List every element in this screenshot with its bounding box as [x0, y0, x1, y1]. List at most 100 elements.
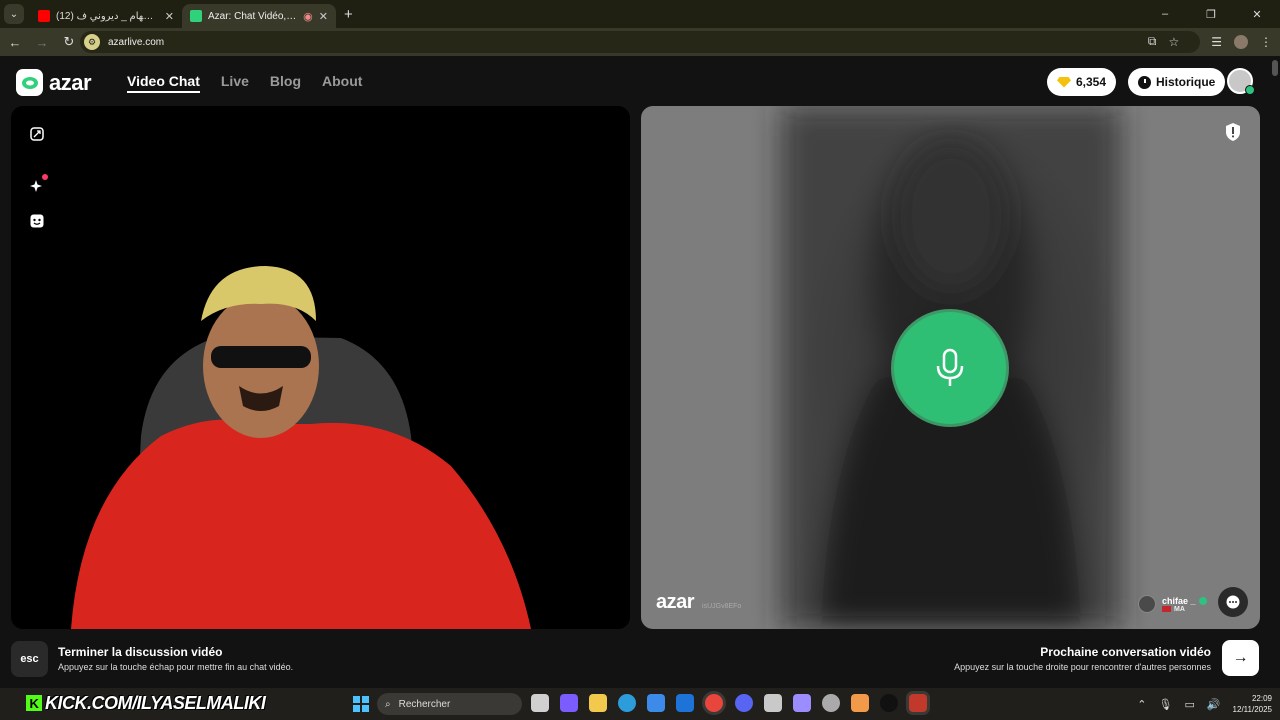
new-tab-button[interactable]: +: [344, 6, 353, 23]
online-status-icon: [1245, 85, 1255, 95]
file-explorer-icon[interactable]: [589, 694, 607, 712]
back-icon[interactable]: ←: [3, 35, 27, 50]
creative-app-icon[interactable]: [851, 694, 869, 712]
azar-page: azar Video Chat Live Blog About 6,354 Hi…: [0, 56, 1280, 688]
youtube-icon: [38, 10, 50, 22]
mail-icon[interactable]: [676, 694, 694, 712]
bottom-controls: esc Terminer la discussion vidéo Appuyez…: [0, 639, 1280, 687]
history-label: Historique: [1156, 75, 1216, 89]
bookmark-star-icon[interactable]: ☆: [1168, 35, 1179, 49]
partner-avatar: [1138, 595, 1156, 613]
clock-date: 12/11/2025: [1232, 705, 1272, 714]
partner-name-row: chifae _: [1162, 596, 1207, 606]
steam-icon[interactable]: [822, 694, 840, 712]
chat-button[interactable]: [1218, 587, 1248, 617]
window-controls: – ❐ ✕: [1142, 0, 1280, 28]
browser-tabbar: ⌄ (12) مجموعة السهام _ ديروني ف... ✕ Aza…: [0, 0, 1280, 28]
morocco-flag-icon: [1162, 606, 1171, 612]
nav-video-chat[interactable]: Video Chat: [127, 73, 200, 93]
gaming-icon[interactable]: [793, 694, 811, 712]
install-app-icon[interactable]: ⧉: [1148, 34, 1157, 49]
obs-icon[interactable]: [880, 694, 898, 712]
minimize-button[interactable]: –: [1142, 0, 1188, 28]
tab-youtube[interactable]: (12) مجموعة السهام _ ديروني ف... ✕: [30, 4, 182, 28]
partner-profile[interactable]: chifae _ MA: [1138, 595, 1207, 613]
azar-favicon-icon: [190, 10, 202, 22]
site-info-icon[interactable]: ⚙: [84, 34, 100, 50]
recording-icon: ◉: [303, 10, 313, 23]
close-window-button[interactable]: ✕: [1234, 0, 1280, 28]
report-shield-icon[interactable]: [1225, 123, 1241, 141]
tray-overflow-icon[interactable]: ⌃: [1137, 698, 1146, 711]
nav-blog[interactable]: Blog: [270, 73, 301, 93]
logo-text: azar: [49, 69, 92, 95]
maximize-button[interactable]: ❐: [1188, 0, 1234, 28]
main-nav: Video Chat Live Blog About: [127, 73, 362, 93]
copilot-icon[interactable]: [560, 694, 578, 712]
clock-time: 22:09: [1251, 694, 1272, 703]
store-icon[interactable]: [647, 694, 665, 712]
kick-overlay: K KICK.COM/ILYASELMALIKI: [26, 692, 266, 714]
scrollbar[interactable]: [1272, 60, 1278, 76]
remote-watermark: azar isUJGv8EFo: [656, 591, 741, 614]
partner-name: chifae _: [1162, 595, 1196, 606]
tab-azar[interactable]: Azar: Chat Vidéo, Rencontre... ◉ ✕: [182, 4, 336, 28]
tab-title: (12) مجموعة السهام _ ديروني ف...: [56, 10, 159, 22]
kick-logo-icon: K: [26, 695, 42, 711]
windows-taskbar: K KICK.COM/ILYASELMALIKI ⌕ Rechercher ⌃ …: [0, 688, 1280, 720]
nav-live[interactable]: Live: [221, 73, 249, 93]
chrome-icon[interactable]: [705, 694, 723, 712]
omnibox[interactable]: ⚙ azarlive.com: [80, 31, 1200, 53]
discord-icon[interactable]: [735, 694, 753, 712]
forward-icon[interactable]: →: [30, 35, 54, 50]
partner-country: MA: [1174, 605, 1185, 613]
tab-search-icon[interactable]: ⌄: [4, 4, 24, 24]
task-view-icon[interactable]: [531, 694, 549, 712]
gems-count: 6,354: [1076, 75, 1107, 89]
profile-avatar[interactable]: [1234, 34, 1248, 49]
close-icon[interactable]: ✕: [165, 10, 174, 23]
local-video: [11, 106, 630, 629]
network-icon[interactable]: ▭: [1184, 698, 1194, 711]
clock-icon: [1138, 75, 1151, 89]
tray-mic-icon[interactable]: 🎙: [1158, 698, 1172, 711]
end-chat-subtitle: Appuyez sur la touche échap pour mettre …: [58, 662, 294, 672]
end-chat-esc-button[interactable]: esc: [11, 641, 48, 677]
tab-title: Azar: Chat Vidéo, Rencontre...: [208, 10, 297, 22]
close-icon[interactable]: ✕: [319, 10, 328, 23]
search-placeholder: Rechercher: [398, 698, 451, 710]
address-bar: ← → ↻ ⚙ azarlive.com: [0, 28, 1280, 56]
more-menu-icon[interactable]: ⋮: [1260, 35, 1272, 49]
next-chat-button[interactable]: →: [1222, 640, 1259, 676]
capture-app-icon[interactable]: [764, 694, 782, 712]
recording-app-icon[interactable]: [909, 694, 927, 712]
partner-country-row: MA: [1162, 606, 1207, 613]
reload-icon[interactable]: ↻: [57, 34, 81, 50]
kick-overlay-text: KICK.COM/ILYASELMALIKI: [45, 692, 266, 713]
search-icon: ⌕: [385, 698, 391, 710]
history-button[interactable]: Historique: [1128, 68, 1226, 96]
verified-icon: [1198, 596, 1207, 605]
nav-about[interactable]: About: [322, 73, 362, 93]
gems-button[interactable]: 6,354: [1047, 68, 1117, 96]
remote-video: azar isUJGv8EFo chifae _ MA: [641, 106, 1260, 629]
taskbar-search[interactable]: ⌕ Rechercher: [377, 693, 522, 715]
next-chat-title: Prochaine conversation vidéo: [1040, 645, 1211, 659]
browser-toolbar-right: ⧉ ☆ ☰ ⋮: [1148, 34, 1272, 49]
taskbar-clock[interactable]: 22:09 12/11/2025: [1233, 693, 1272, 715]
user-avatar[interactable]: [1227, 68, 1255, 95]
url-text: azarlive.com: [108, 36, 165, 48]
volume-icon[interactable]: 🔊: [1207, 698, 1221, 711]
session-id: isUJGv8EFo: [702, 603, 742, 610]
reading-list-icon[interactable]: ☰: [1211, 35, 1222, 49]
gem-icon: [1057, 76, 1071, 88]
microphone-icon: [936, 348, 964, 386]
azar-logo[interactable]: azar: [16, 69, 92, 96]
end-chat-title: Terminer la discussion vidéo: [58, 645, 223, 659]
mic-indicator-button[interactable]: [894, 312, 1006, 424]
local-person-silhouette: [71, 266, 531, 629]
windows-start-icon[interactable]: [353, 696, 369, 712]
watermark-logo: azar: [656, 591, 695, 613]
edge-icon[interactable]: [618, 694, 636, 712]
next-chat-subtitle: Appuyez sur la touche droite pour rencon…: [954, 662, 1211, 672]
